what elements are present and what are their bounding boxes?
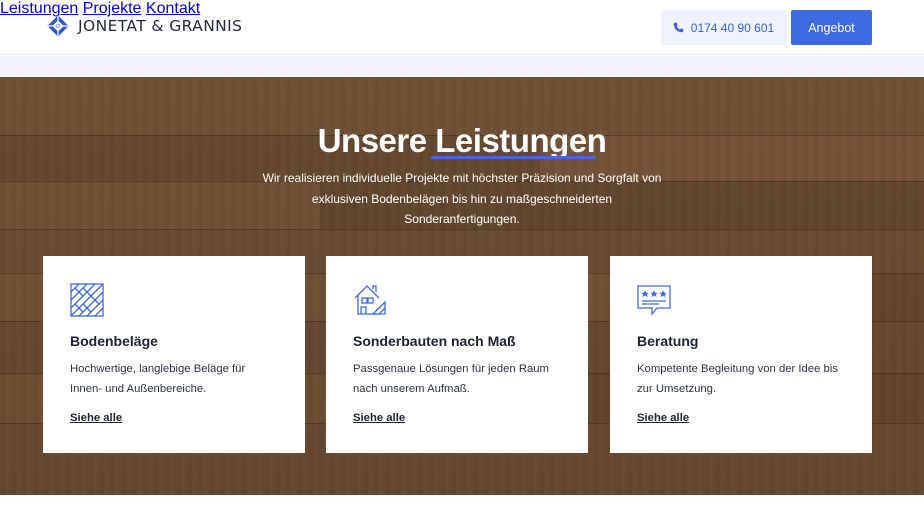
- card-description: Passgenaue Lösungen für jeden Raum nach …: [353, 360, 568, 399]
- angebot-button[interactable]: Angebot: [791, 10, 872, 45]
- card-text-line: Kompetente Begleitung von der Idee bis: [637, 363, 838, 375]
- brand-name: JONETAT & GRANNIS: [78, 17, 243, 35]
- site-header: JONETAT & GRANNIS Leistungen Projekte Ko…: [0, 0, 924, 55]
- brand-logo[interactable]: JONETAT & GRANNIS: [47, 15, 242, 37]
- service-card-bodenbelaege[interactable]: Bodenbeläge Hochwertige, langlebige Belä…: [43, 256, 305, 453]
- card-text-line: zur Umsetzung.: [637, 382, 717, 395]
- header-spacer-strip: [0, 56, 924, 77]
- title-underline: [431, 156, 596, 159]
- house-blueprint-icon: [354, 285, 386, 315]
- section-subtitle: Wir realisieren individuelle Projekte mi…: [247, 168, 677, 230]
- card-link-siehe-alle[interactable]: Siehe alle: [353, 412, 405, 424]
- services-section: Unsere Leistungen Wir realisieren indivi…: [0, 77, 924, 495]
- card-link-siehe-alle[interactable]: Siehe alle: [70, 412, 122, 424]
- phone-button[interactable]: 0174 40 90 601: [661, 10, 786, 45]
- card-title: Sonderbauten nach Maß: [353, 333, 516, 349]
- diamond-logo-icon: [47, 15, 69, 37]
- card-title: Beratung: [637, 333, 699, 349]
- card-text-line: nach unserem Aufmaß.: [353, 382, 470, 395]
- review-chat-icon: [637, 285, 671, 316]
- card-description: Kompetente Begleitung von der Idee bis z…: [637, 360, 852, 399]
- subtitle-line: Wir realisieren individuelle Projekte mi…: [262, 171, 662, 185]
- phone-icon: [673, 22, 684, 33]
- parquet-floor-icon: [70, 283, 104, 317]
- card-text-line: Passgenaue Lösungen für jeden Raum: [353, 363, 549, 375]
- card-text-line: Hochwertige, langlebige Beläge für: [70, 363, 246, 375]
- service-card-sonderbauten[interactable]: Sonderbauten nach Maß Passgenaue Lösunge…: [326, 256, 588, 453]
- subtitle-line: exklusiven Bodenbelägen bis hin zu maßge…: [311, 191, 613, 206]
- card-description: Hochwertige, langlebige Beläge für Innen…: [70, 360, 285, 399]
- next-section: [0, 495, 924, 528]
- card-title: Bodenbeläge: [70, 333, 158, 349]
- card-text-line: Innen- und Außenbereiche.: [70, 382, 207, 395]
- section-title: Unsere Leistungen: [317, 122, 607, 159]
- phone-number: 0174 40 90 601: [690, 20, 775, 35]
- subtitle-line: Sonderanfertigungen.: [404, 212, 520, 226]
- card-link-siehe-alle[interactable]: Siehe alle: [637, 412, 689, 424]
- service-card-beratung[interactable]: Beratung Kompetente Begleitung von der I…: [610, 256, 872, 453]
